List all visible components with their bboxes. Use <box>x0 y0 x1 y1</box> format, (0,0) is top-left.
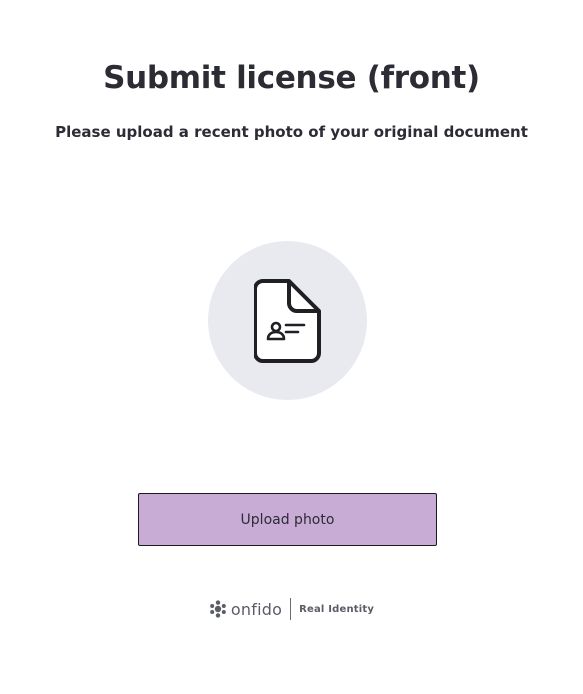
footer-branding: onfido Real Identity <box>0 597 583 621</box>
upload-photo-button[interactable]: Upload photo <box>138 493 437 546</box>
document-upload-screen: Submit license (front) Please upload a r… <box>0 0 583 694</box>
document-illustration <box>208 241 367 400</box>
brand: onfido <box>209 600 282 619</box>
footer-divider <box>290 598 292 620</box>
brand-name: onfido <box>230 599 283 619</box>
page-title: Submit license (front) <box>103 60 480 96</box>
onfido-logo-icon <box>210 600 226 618</box>
brand-tagline: Real Identity <box>299 603 375 615</box>
page-subtitle: Please upload a recent photo of your ori… <box>55 123 528 141</box>
document-id-icon <box>253 278 321 363</box>
